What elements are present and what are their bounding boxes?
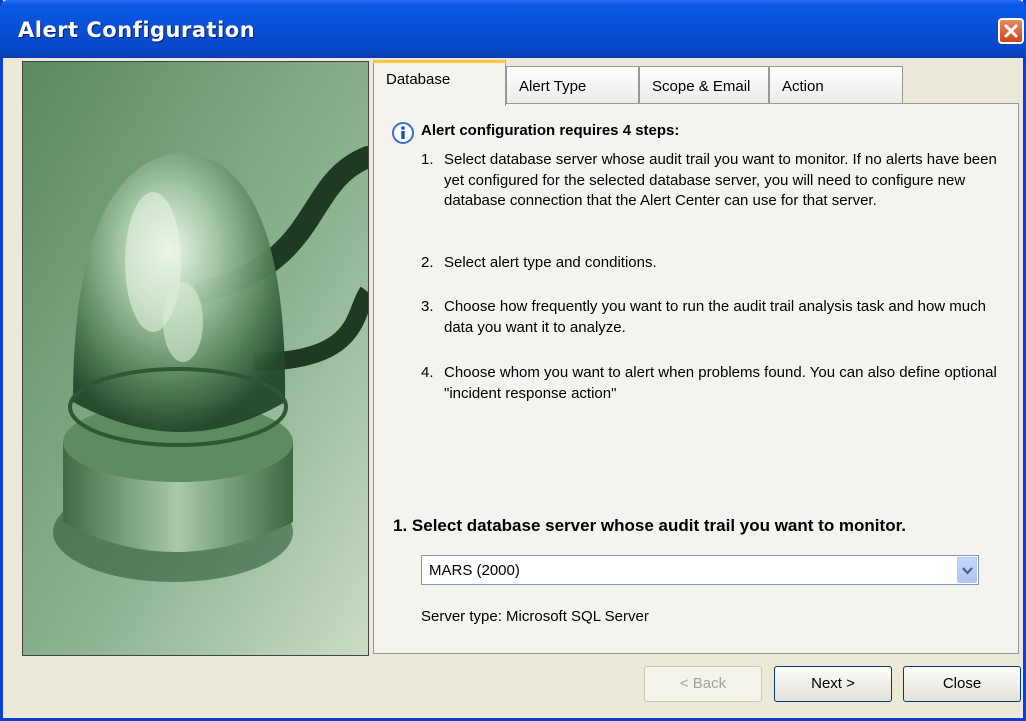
alert-configuration-window: Alert Configuration Database Alert Type … <box>0 0 1026 721</box>
tab-alert-type[interactable]: Alert Type <box>506 66 639 104</box>
beacon-illustration <box>23 62 368 655</box>
window-title: Alert Configuration <box>18 18 256 42</box>
back-button[interactable]: < Back <box>644 666 762 702</box>
step-2: 2. Select alert type and conditions. <box>421 253 1011 274</box>
step-text: Select database server whose audit trail… <box>444 151 997 209</box>
close-icon <box>1004 24 1018 38</box>
step-number: 2. <box>421 254 434 271</box>
database-server-select[interactable]: MARS (2000) <box>421 555 979 585</box>
step-4: 4. Choose whom you want to alert when pr… <box>421 363 1011 404</box>
info-heading: Alert configuration requires 4 steps: <box>421 122 680 139</box>
selected-server-value: MARS (2000) <box>429 562 520 579</box>
tab-scope-email[interactable]: Scope & Email <box>639 66 769 104</box>
tab-label: Alert Type <box>519 78 587 95</box>
tab-panel-database: Alert configuration requires 4 steps: 1.… <box>373 103 1019 654</box>
close-window-button[interactable] <box>998 18 1024 44</box>
tab-label: Action <box>782 78 824 95</box>
chevron-down-icon <box>962 567 973 575</box>
info-icon <box>392 122 414 144</box>
step-number: 4. <box>421 364 434 381</box>
step-text: Choose whom you want to alert when probl… <box>444 364 997 402</box>
tab-database[interactable]: Database <box>373 60 506 106</box>
step-text: Choose how frequently you want to run th… <box>444 298 986 336</box>
step-text: Select alert type and conditions. <box>444 254 657 271</box>
step-number: 3. <box>421 298 434 315</box>
close-button[interactable]: Close <box>903 666 1021 702</box>
tab-label: Database <box>386 71 451 88</box>
step-3: 3. Choose how frequently you want to run… <box>421 297 1011 338</box>
tab-label: Scope & Email <box>652 78 751 95</box>
tab-action[interactable]: Action <box>769 66 903 104</box>
title-bar[interactable]: Alert Configuration <box>0 0 1026 58</box>
alarm-beacon-image <box>22 61 369 656</box>
step-1: 1. Select database server whose audit tr… <box>421 150 1011 212</box>
select-server-label: 1. Select database server whose audit tr… <box>393 516 906 535</box>
next-button[interactable]: Next > <box>774 666 892 702</box>
step-number: 1. <box>421 151 434 168</box>
dropdown-button[interactable] <box>957 557 977 583</box>
dialog-body: Database Alert Type Scope & Email Action… <box>3 58 1023 718</box>
server-type-text: Server type: Microsoft SQL Server <box>421 608 649 625</box>
